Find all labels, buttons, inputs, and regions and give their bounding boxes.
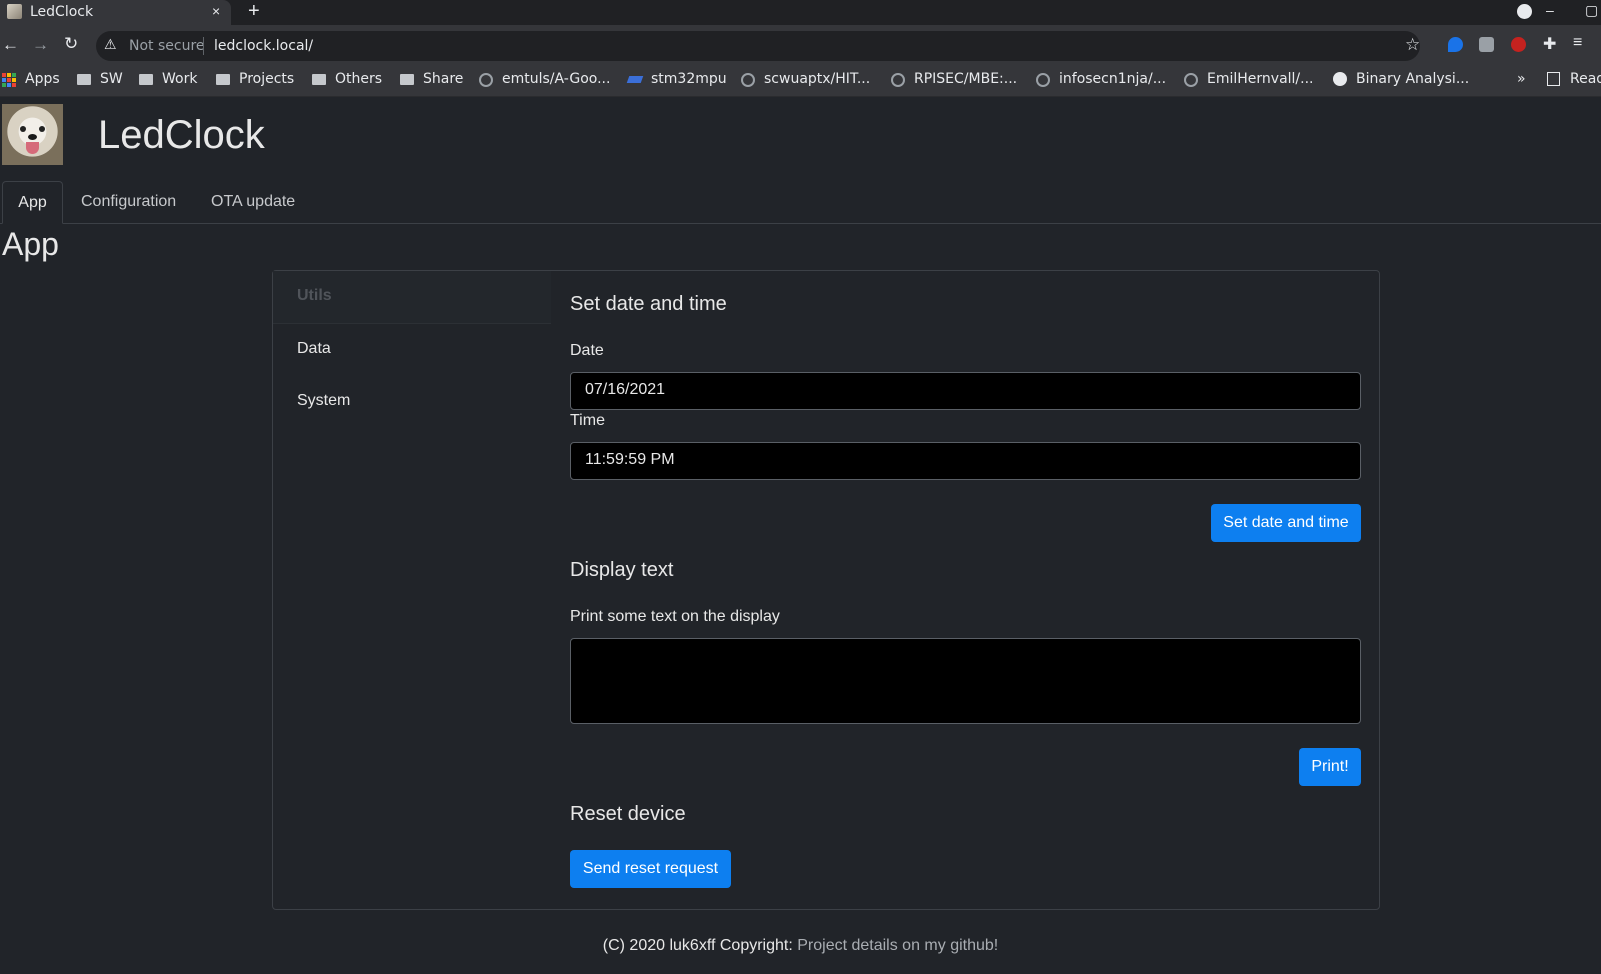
- tab-close-icon[interactable]: ×: [212, 3, 220, 19]
- tab-favicon-icon: [7, 4, 22, 19]
- st-icon: [626, 76, 644, 83]
- section-title-datetime: Set date and time: [570, 293, 727, 315]
- sidebar-item-data[interactable]: Data: [297, 340, 331, 358]
- maximize-icon[interactable]: ▢: [1585, 2, 1598, 19]
- extensions-puzzle-icon[interactable]: ✚: [1543, 34, 1556, 54]
- folder-icon: [77, 74, 91, 85]
- browser-tab[interactable]: LedClock ×: [0, 0, 231, 25]
- time-label: Time: [570, 412, 605, 429]
- sidebar-header: Utils: [273, 271, 551, 324]
- github-icon: [741, 73, 755, 87]
- brand-title[interactable]: LedClock: [98, 113, 265, 158]
- date-input[interactable]: 07/16/2021: [570, 372, 1361, 410]
- send-reset-request-button[interactable]: Send reset request: [570, 850, 731, 888]
- extension-icon[interactable]: [1479, 37, 1494, 52]
- apps-grid-icon: [2, 73, 16, 87]
- logo-tongue: [26, 142, 39, 154]
- sidebar-item-system[interactable]: System: [297, 392, 350, 410]
- display-text-textarea[interactable]: [570, 638, 1361, 724]
- reading-list-label[interactable]: Read: [1570, 71, 1601, 87]
- bookmark-scwuaptx[interactable]: scwuaptx/HIT...: [764, 71, 870, 87]
- print-button[interactable]: Print!: [1299, 748, 1361, 786]
- bookmarks-overflow-icon[interactable]: »: [1517, 71, 1526, 87]
- date-label: Date: [570, 342, 604, 359]
- security-label[interactable]: Not secure: [129, 38, 205, 54]
- bookmark-apps[interactable]: Apps: [25, 71, 60, 87]
- github-link[interactable]: Project details on my github!: [797, 937, 998, 954]
- profile-dropdown-icon[interactable]: [1517, 4, 1532, 19]
- bookmark-projects[interactable]: Projects: [239, 71, 294, 87]
- bookmark-emilhernvall[interactable]: EmilHernvall/...: [1207, 71, 1314, 87]
- extension-icon[interactable]: [1448, 37, 1463, 52]
- bookmark-infosecn1nja[interactable]: infosecn1nja/...: [1059, 71, 1166, 87]
- folder-icon: [312, 74, 326, 85]
- bookmark-rpisec[interactable]: RPISEC/MBE:...: [914, 71, 1017, 87]
- tab-configuration[interactable]: Configuration: [81, 181, 176, 223]
- tab-app[interactable]: App: [2, 181, 63, 224]
- warning-icon[interactable]: ⚠: [104, 36, 117, 53]
- bookmark-share[interactable]: Share: [423, 71, 463, 87]
- set-date-time-button[interactable]: Set date and time: [1211, 504, 1361, 542]
- address-divider: [203, 37, 204, 55]
- back-icon[interactable]: ←: [2, 35, 19, 55]
- reload-icon[interactable]: ↻: [64, 34, 78, 54]
- folder-icon: [216, 74, 230, 85]
- github-icon: [1036, 73, 1050, 87]
- bookmark-work[interactable]: Work: [162, 71, 197, 87]
- minimize-icon[interactable]: –: [1546, 2, 1554, 18]
- app-card: Utils Data System: [272, 270, 1380, 910]
- tab-title: LedClock: [30, 4, 94, 20]
- github-icon: [891, 73, 905, 87]
- bookmark-others[interactable]: Others: [335, 71, 382, 87]
- footer-copyright: (C) 2020 luk6xff Copyright:: [602, 937, 793, 954]
- globe-icon: [1333, 72, 1347, 86]
- bookmark-star-icon[interactable]: ☆: [1405, 35, 1420, 55]
- reading-list-icon: [1547, 72, 1560, 86]
- display-text-label: Print some text on the display: [570, 608, 780, 625]
- section-title-reset: Reset device: [570, 803, 686, 825]
- github-icon: [1184, 73, 1198, 87]
- new-tab-icon[interactable]: +: [248, 0, 260, 23]
- ublock-icon[interactable]: [1511, 37, 1526, 52]
- folder-icon: [400, 74, 414, 85]
- main-nav-tabs: App Configuration OTA update: [0, 181, 1601, 224]
- media-queue-icon[interactable]: ≡: [1573, 34, 1582, 52]
- page-title: App: [2, 226, 59, 262]
- github-icon: [479, 73, 493, 87]
- logo-eye: [20, 126, 26, 132]
- bookmark-stm32mpu[interactable]: stm32mpu: [651, 71, 727, 87]
- logo-nose: [28, 134, 37, 140]
- sidebar-header-label: Utils: [297, 287, 332, 304]
- bookmark-binary-analysis[interactable]: Binary Analysi...: [1356, 71, 1469, 87]
- time-input[interactable]: 11:59:59 PM: [570, 442, 1361, 480]
- bookmark-sw[interactable]: SW: [100, 71, 123, 87]
- footer: (C) 2020 luk6xff Copyright: Project deta…: [0, 937, 1601, 955]
- folder-icon: [139, 74, 153, 85]
- section-title-display-text: Display text: [570, 559, 674, 581]
- dog-logo: [2, 104, 63, 165]
- browser-tabstrip: LedClock × + – ▢: [0, 0, 1601, 25]
- tab-ota-update[interactable]: OTA update: [211, 181, 295, 223]
- forward-icon[interactable]: →: [32, 35, 49, 55]
- bookmark-emtuls[interactable]: emtuls/A-Goo...: [502, 71, 610, 87]
- url-text[interactable]: ledclock.local/: [214, 38, 313, 54]
- logo-eye: [39, 126, 45, 132]
